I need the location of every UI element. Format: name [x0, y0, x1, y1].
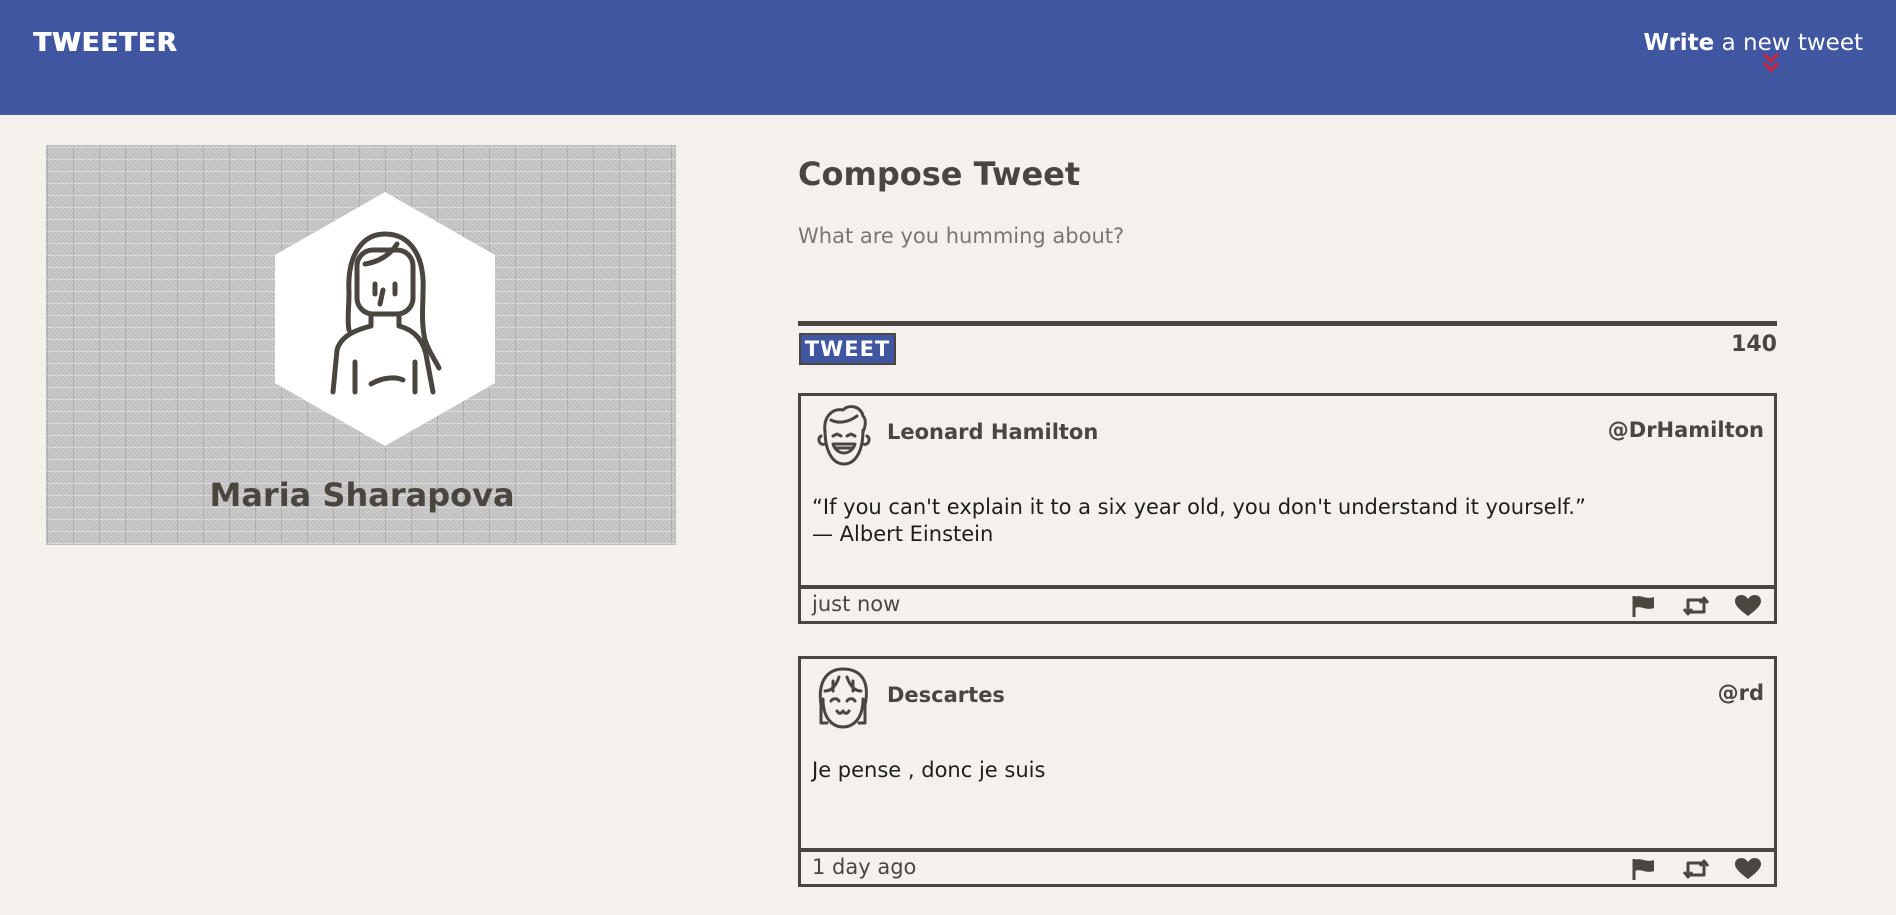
retweet-icon[interactable]: [1680, 593, 1712, 619]
character-counter: 140: [1731, 332, 1777, 357]
tweet-header: Leonard Hamilton @DrHamilton: [801, 396, 1774, 476]
tweet-handle[interactable]: @DrHamilton: [1608, 418, 1764, 442]
compose-tweet-input[interactable]: [798, 224, 1776, 319]
tweet-author: Leonard Hamilton: [887, 420, 1099, 444]
top-nav-bar: TWEETER Write a new tweet: [0, 0, 1896, 115]
tweet-footer: 1 day ago: [801, 848, 1774, 884]
tweet-text: “If you can't explain it to a six year o…: [812, 494, 1752, 548]
compose-title: Compose Tweet: [798, 155, 1081, 193]
tweet-card: Descartes @rd Je pense , donc je suis 1 …: [798, 656, 1777, 887]
write-new-tweet-button[interactable]: Write a new tweet: [1643, 30, 1863, 56]
heart-icon[interactable]: [1732, 856, 1764, 882]
tweet-text-line: — Albert Einstein: [812, 522, 994, 546]
tweet-handle[interactable]: @rd: [1718, 681, 1764, 705]
tweet-text: Je pense , donc je suis: [812, 757, 1752, 784]
smiling-man-avatar-icon: [817, 405, 871, 466]
profile-name: Maria Sharapova: [209, 476, 515, 514]
heart-icon[interactable]: [1732, 593, 1764, 619]
profile-avatar: [275, 192, 495, 446]
write-new-tweet-label: a new tweet: [1714, 30, 1863, 56]
flag-icon[interactable]: [1628, 593, 1660, 619]
smiling-girl-avatar-icon: [818, 667, 868, 729]
tweet-timestamp: 1 day ago: [812, 855, 917, 879]
tweet-submit-button[interactable]: TWEET: [799, 333, 896, 365]
tweet-timestamp: just now: [812, 592, 901, 616]
tweet-text-line: “If you can't explain it to a six year o…: [812, 495, 1586, 519]
tweet-card: Leonard Hamilton @DrHamilton “If you can…: [798, 393, 1777, 624]
brand-logo[interactable]: TWEETER: [33, 28, 177, 58]
tweet-text-line: Je pense , donc je suis: [812, 758, 1046, 782]
tweet-author: Descartes: [887, 683, 1005, 707]
profile-card: Maria Sharapova: [46, 145, 676, 545]
double-chevron-down-icon[interactable]: [1761, 51, 1781, 75]
flag-icon[interactable]: [1628, 856, 1660, 882]
tweet-actions: [1628, 856, 1764, 882]
compose-divider: [798, 321, 1777, 326]
write-new-tweet-strong: Write: [1643, 30, 1715, 56]
tweet-actions: [1628, 593, 1764, 619]
retweet-icon[interactable]: [1680, 856, 1712, 882]
tweet-header: Descartes @rd: [801, 659, 1774, 739]
tweet-footer: just now: [801, 585, 1774, 621]
